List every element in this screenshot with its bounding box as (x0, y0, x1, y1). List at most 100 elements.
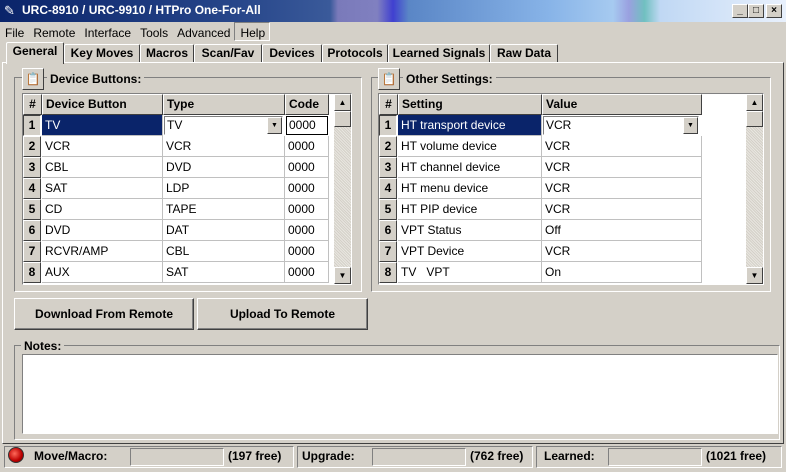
setting-cell[interactable]: HT PIP device (398, 199, 542, 220)
column-header-device-button[interactable]: Device Button (42, 94, 163, 115)
menu-help[interactable]: Help (234, 22, 271, 41)
menu-tools[interactable]: Tools (135, 23, 172, 42)
copy-device-buttons-button[interactable]: 📋 (22, 68, 44, 90)
type-cell[interactable]: SAT (163, 262, 285, 283)
setting-cell[interactable]: VPT Status (398, 220, 542, 241)
code-cell[interactable]: 0000 (285, 178, 329, 199)
device-button-cell[interactable]: AUX (42, 262, 163, 283)
setting-cell[interactable]: VPT Device (398, 241, 542, 262)
chevron-down-icon[interactable]: ▼ (267, 117, 282, 134)
row-header[interactable]: 1 (23, 115, 41, 136)
code-cell[interactable]: 0000 (285, 157, 329, 178)
menu-advanced[interactable]: Advanced (172, 23, 234, 42)
maximize-button[interactable]: □ (748, 4, 764, 18)
row-header[interactable]: 4 (379, 178, 397, 199)
code-cell[interactable]: 0000 (285, 220, 329, 241)
setting-cell[interactable]: HT transport device (398, 115, 542, 136)
menu-file[interactable]: File (0, 23, 28, 42)
tab-strip: General Key Moves Macros Scan/Fav Device… (2, 42, 782, 64)
close-button[interactable]: × (766, 4, 782, 18)
upgrade-progress (372, 448, 466, 466)
device-button-cell[interactable]: CD (42, 199, 163, 220)
setting-cell[interactable]: HT menu device (398, 178, 542, 199)
device-button-cell[interactable]: VCR (42, 136, 163, 157)
row-header[interactable]: 4 (23, 178, 41, 199)
device-button-cell[interactable]: RCVR/AMP (42, 241, 163, 262)
row-header[interactable]: 1 (379, 115, 397, 136)
device-button-cell[interactable]: TV (42, 115, 163, 136)
scroll-thumb[interactable] (746, 111, 763, 127)
row-header[interactable]: 8 (379, 262, 397, 283)
type-cell[interactable]: DVD (163, 157, 285, 178)
row-header[interactable]: 7 (379, 241, 397, 262)
download-from-remote-button[interactable]: Download From Remote (14, 298, 194, 330)
window-title: URC-8910 / URC-9910 / HTPro One-For-All (22, 3, 261, 17)
row-header[interactable]: 2 (23, 136, 41, 157)
type-cell[interactable]: TAPE (163, 199, 285, 220)
value-cell[interactable]: VCR (542, 178, 702, 199)
tab-raw-data[interactable]: Raw Data (490, 44, 558, 63)
settings-grid-scrollbar[interactable]: ▲ ▼ (746, 94, 763, 284)
scroll-thumb[interactable] (334, 111, 351, 127)
tab-key-moves[interactable]: Key Moves (64, 44, 140, 63)
value-cell[interactable]: VCR (542, 199, 702, 220)
minimize-button[interactable]: _ (732, 4, 748, 18)
code-cell[interactable]: 0000 (285, 241, 329, 262)
type-dropdown[interactable]: TV ▼ (164, 116, 283, 135)
upload-to-remote-button[interactable]: Upload To Remote (197, 298, 368, 330)
column-header-number: # (23, 94, 42, 115)
row-header[interactable]: 2 (379, 136, 397, 157)
value-cell[interactable]: VCR (542, 241, 702, 262)
value-cell[interactable]: VCR (542, 157, 702, 178)
code-cell[interactable]: 0000 (285, 262, 329, 283)
row-header[interactable]: 6 (23, 220, 41, 241)
device-button-cell[interactable]: CBL (42, 157, 163, 178)
code-cell[interactable]: 0000 (285, 136, 329, 157)
scroll-up-icon[interactable]: ▲ (746, 94, 763, 111)
type-cell[interactable]: VCR (163, 136, 285, 157)
device-grid-scrollbar[interactable]: ▲ ▼ (334, 94, 351, 284)
app-pen-icon[interactable]: ✎ (4, 3, 20, 19)
value-cell[interactable]: On (542, 262, 702, 283)
column-header-code[interactable]: Code (285, 94, 329, 115)
tab-learned-signals[interactable]: Learned Signals (388, 44, 490, 63)
device-button-cell[interactable]: DVD (42, 220, 163, 241)
setting-cell[interactable]: HT volume device (398, 136, 542, 157)
status-bar: Move/Macro: (197 free) Upgrade: (762 fre… (0, 444, 786, 472)
menu-interface[interactable]: Interface (79, 23, 135, 42)
device-buttons-grid: # Device Button Type Code 1 TV TV ▼ 0000 … (22, 93, 352, 285)
value-dropdown[interactable]: VCR ▼ (543, 116, 699, 135)
type-cell[interactable]: DAT (163, 220, 285, 241)
tab-scan-fav[interactable]: Scan/Fav (194, 44, 262, 63)
scroll-down-icon[interactable]: ▼ (334, 267, 351, 284)
row-header[interactable]: 6 (379, 220, 397, 241)
column-header-type[interactable]: Type (163, 94, 285, 115)
scroll-up-icon[interactable]: ▲ (334, 94, 351, 111)
row-header[interactable]: 5 (379, 199, 397, 220)
column-header-setting[interactable]: Setting (398, 94, 542, 115)
chevron-down-icon[interactable]: ▼ (683, 117, 698, 134)
column-header-value[interactable]: Value (542, 94, 702, 115)
tab-macros[interactable]: Macros (140, 44, 194, 63)
device-button-cell[interactable]: SAT (42, 178, 163, 199)
tab-general[interactable]: General (6, 42, 64, 64)
copy-settings-button[interactable]: 📋 (378, 68, 400, 90)
tab-devices[interactable]: Devices (262, 44, 322, 63)
row-header[interactable]: 3 (379, 157, 397, 178)
code-input[interactable]: 0000 (286, 116, 328, 135)
type-cell[interactable]: CBL (163, 241, 285, 262)
menu-remote[interactable]: Remote (28, 23, 79, 42)
value-cell[interactable]: Off (542, 220, 702, 241)
setting-cell[interactable]: TV VPT (398, 262, 542, 283)
notes-textarea[interactable] (22, 354, 778, 434)
row-header[interactable]: 7 (23, 241, 41, 262)
row-header[interactable]: 5 (23, 199, 41, 220)
scroll-down-icon[interactable]: ▼ (746, 267, 763, 284)
code-cell[interactable]: 0000 (285, 199, 329, 220)
type-cell[interactable]: LDP (163, 178, 285, 199)
row-header[interactable]: 8 (23, 262, 41, 283)
value-cell[interactable]: VCR (542, 136, 702, 157)
row-header[interactable]: 3 (23, 157, 41, 178)
tab-protocols[interactable]: Protocols (322, 44, 388, 63)
setting-cell[interactable]: HT channel device (398, 157, 542, 178)
